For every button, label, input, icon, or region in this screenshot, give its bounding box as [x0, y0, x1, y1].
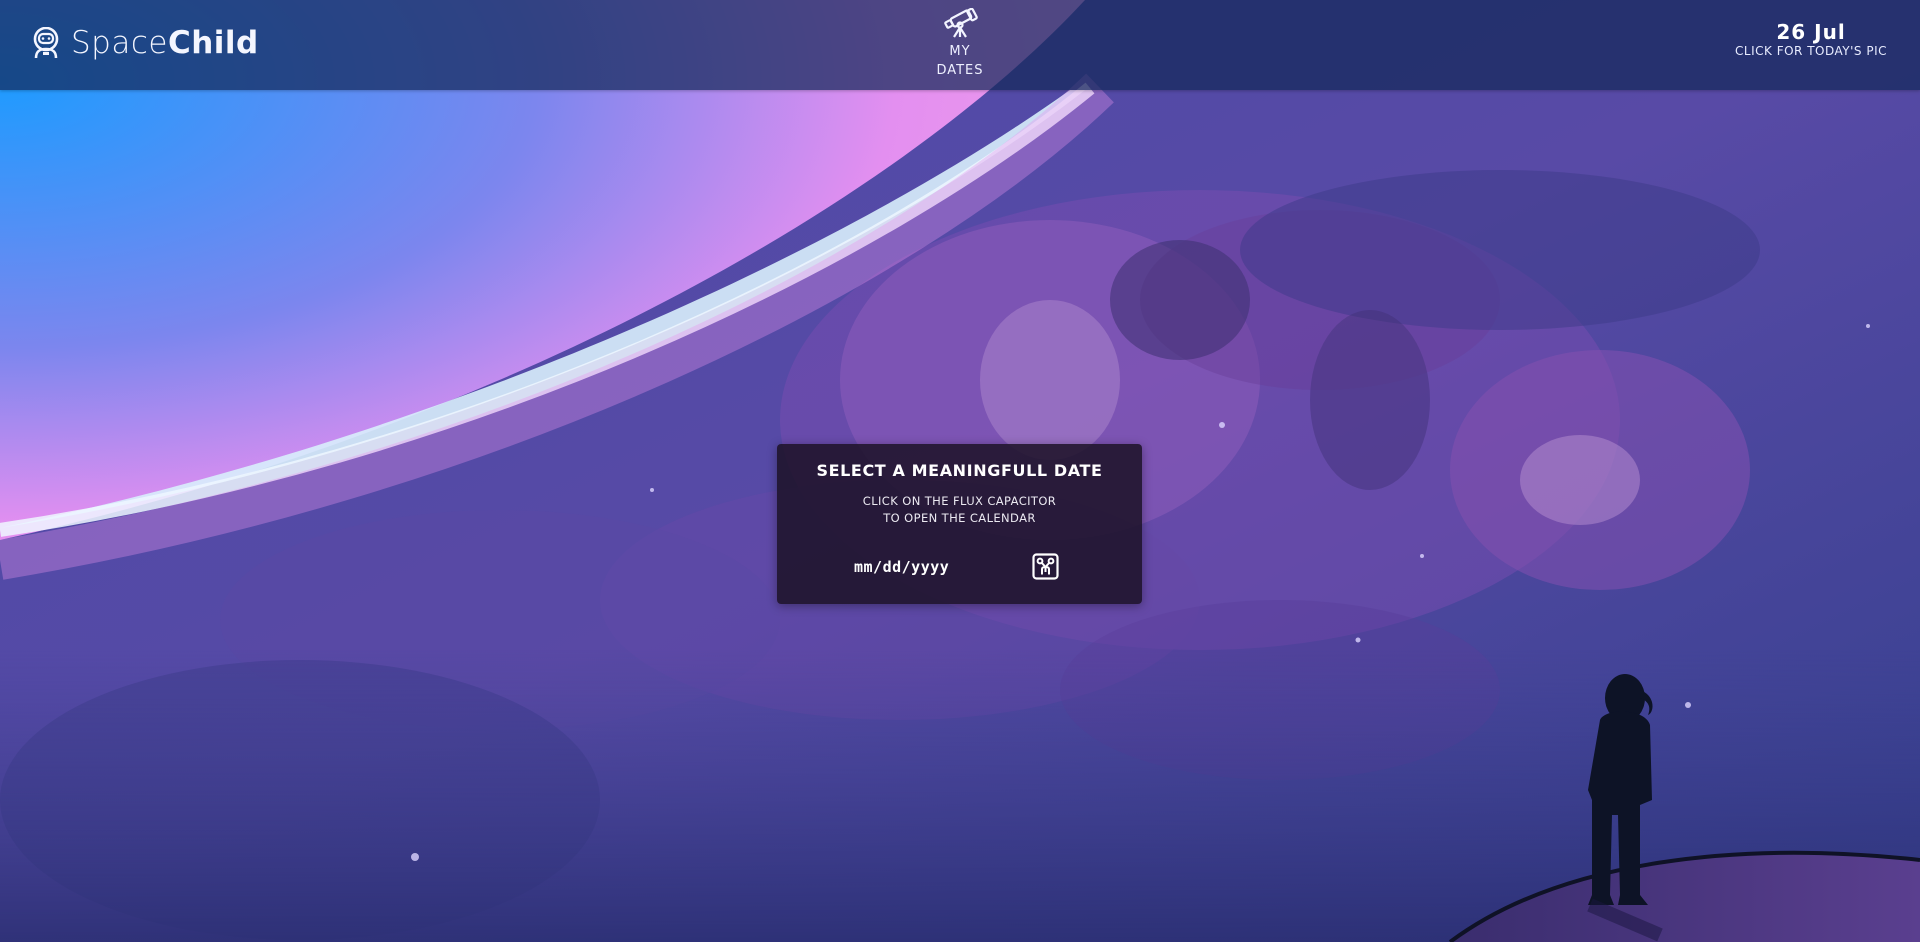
astronaut-icon: [33, 27, 59, 59]
instruction-line-1: CLICK ON THE FLUX CAPACITOR: [862, 494, 1057, 508]
dialog-instructions: CLICK ON THE FLUX CAPACITOR TO OPEN THE …: [777, 493, 1142, 527]
todays-pic-caption: CLICK FOR TODAY'S PIC: [1735, 44, 1887, 58]
date-input-row: [777, 551, 1142, 581]
brand-name: SpaceChild: [71, 24, 259, 62]
brand-logo-link[interactable]: SpaceChild: [31, 24, 259, 62]
flux-capacitor-calendar-button[interactable]: [1032, 553, 1059, 580]
my-dates-line2: DATES: [936, 63, 984, 78]
top-navbar: SpaceChild MY DATES 26 Jul CLICK FOR TOD…: [0, 0, 1920, 90]
my-dates-link[interactable]: MY DATES: [920, 7, 1000, 80]
date-input[interactable]: [852, 554, 996, 580]
flux-capacitor-icon: [1032, 553, 1059, 580]
date-select-dialog: SELECT A MEANINGFULL DATE CLICK ON THE F…: [777, 444, 1142, 604]
brand-name-bold: Child: [167, 25, 259, 61]
telescope-icon: [944, 7, 978, 38]
dialog-title: SELECT A MEANINGFULL DATE: [816, 461, 1103, 480]
today-date: 26 Jul: [1776, 20, 1846, 44]
page: SpaceChild MY DATES 26 Jul CLICK FOR TOD…: [0, 0, 1920, 942]
todays-pic-link[interactable]: 26 Jul CLICK FOR TODAY'S PIC: [1735, 20, 1887, 59]
brand-name-light: Space: [71, 25, 168, 61]
my-dates-line1: MY: [949, 44, 971, 59]
instruction-line-2: TO OPEN THE CALENDAR: [883, 511, 1036, 525]
